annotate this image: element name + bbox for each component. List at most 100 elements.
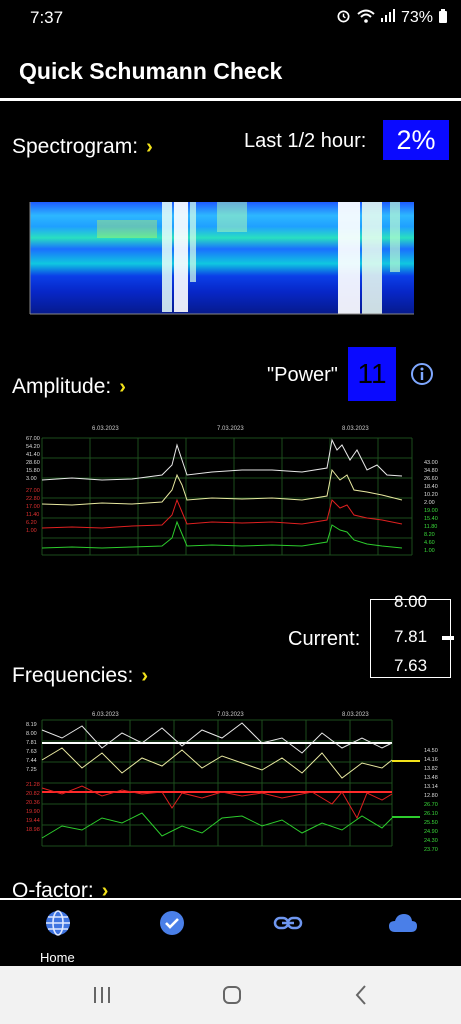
amp-series-red: [41, 498, 403, 529]
cloud-icon: [389, 914, 417, 932]
freq-date-3: 8.03.2023: [342, 712, 369, 718]
amp-right-tick: 34.80: [424, 468, 438, 474]
amp-right-tick: 19.00: [424, 508, 438, 514]
amp-right-tick: 15.40: [424, 516, 438, 522]
status-time: 7:37: [30, 8, 64, 27]
freq-left-tick: 7.44: [26, 758, 37, 764]
freq-left-tick: 20.36: [26, 800, 40, 806]
app-title: Quick Schumann Check: [19, 58, 283, 84]
freq-right-tick: 13.14: [424, 784, 438, 790]
amp-left-tick: 11.40: [26, 512, 39, 518]
current-marker: [442, 636, 454, 640]
signal-icon: [380, 9, 395, 27]
amp-left-tick: 17.00: [26, 504, 40, 510]
amp-left-tick: 41.40: [26, 452, 40, 458]
alarm-icon: [336, 8, 351, 28]
info-icon[interactable]: [410, 362, 434, 391]
system-navigation-bar: [0, 966, 461, 1024]
amp-left-tick: 3.00: [26, 476, 37, 482]
amp-series-white: [41, 438, 403, 481]
amp-left-tick: 6.20: [26, 520, 37, 526]
current-value-lower: 7.63: [393, 656, 428, 675]
amp-left-tick: 1.00: [26, 528, 37, 534]
amp-series-green: [41, 520, 403, 549]
spectrogram-image[interactable]: [12, 190, 449, 325]
spectrogram-link[interactable]: Spectrogram: ›: [12, 135, 153, 159]
freq-left-tick: 21.28: [26, 782, 40, 788]
nav-check[interactable]: [142, 908, 202, 938]
amp-right-tick: 8.20: [424, 532, 435, 538]
home-icon[interactable]: [222, 985, 242, 1010]
freq-left-tick: 18.98: [26, 827, 40, 833]
current-gauge: 8.00 7.81 7.63: [370, 592, 454, 678]
amp-right-tick: 1.00: [424, 548, 435, 554]
nav-cloud[interactable]: [373, 908, 433, 938]
qfactor-link[interactable]: Q-factor: ›: [12, 879, 108, 897]
amp-right-tick: 10.20: [424, 492, 438, 498]
bottom-navigation: Home: [0, 898, 461, 966]
spectrogram-label: Spectrogram:: [12, 135, 139, 158]
last-half-hour-value: 2%: [383, 120, 449, 160]
amp-left-tick: 22.80: [26, 496, 40, 502]
amp-right-tick: 26.60: [424, 476, 438, 482]
freq-left-tick: 19.90: [26, 809, 40, 815]
current-value: 7.81: [393, 627, 428, 646]
freq-right-tick: 13.48: [424, 775, 438, 781]
amp-right-tick: 43.00: [424, 460, 438, 466]
freq-right-tick: 23.70: [424, 847, 438, 853]
recent-apps-icon[interactable]: [92, 986, 112, 1009]
freq-left-tick: 8.00: [26, 731, 37, 737]
check-circle-icon: [160, 911, 184, 935]
status-icons: 73%: [336, 8, 447, 28]
chevron-right-icon: ›: [119, 376, 126, 398]
power-value: 11: [348, 347, 396, 401]
freq-left-tick: 7.81: [26, 740, 37, 746]
freq-right-tick: 26.10: [424, 811, 438, 817]
status-bar: 7:37 73%: [0, 0, 461, 34]
freq-right-tick: 24.30: [424, 838, 438, 844]
battery-percent: 73%: [400, 9, 433, 26]
amp-date-1: 6.03.2023: [92, 426, 119, 432]
amp-right-tick: 11.80: [424, 524, 437, 530]
freq-right-tick: 14.50: [424, 748, 438, 754]
frequencies-chart[interactable]: 6.03.2023 7.03.2023 8.03.2023 8.19 8.00 …: [12, 708, 449, 858]
title-divider: [0, 98, 461, 101]
chevron-right-icon: ›: [101, 880, 109, 897]
last-half-hour-label: Last 1/2 hour:: [244, 130, 367, 152]
amp-left-tick: 15.80: [26, 468, 40, 474]
freq-left-tick: 8.19: [26, 722, 37, 728]
nav-home[interactable]: [28, 908, 88, 938]
link-icon: [273, 916, 303, 930]
amplitude-label: Amplitude:: [12, 375, 112, 398]
power-label: "Power": [267, 364, 338, 386]
freq-series-red: [41, 785, 393, 820]
amp-left-tick: 67.00: [26, 436, 40, 442]
freq-date-2: 7.03.2023: [217, 712, 244, 718]
amp-left-tick: 27.00: [26, 488, 40, 494]
freq-right-tick: 25.50: [424, 820, 438, 826]
globe-icon: [46, 910, 70, 936]
freq-left-tick: 19.44: [26, 818, 40, 824]
amplitude-chart[interactable]: 6.03.2023 7.03.2023 8.03.2023 67.00 54.2…: [12, 420, 449, 572]
nav-home-label: Home: [40, 950, 75, 965]
current-label: Current:: [288, 628, 361, 650]
freq-date-1: 6.03.2023: [92, 712, 119, 718]
freq-left-tick: 7.25: [26, 767, 37, 773]
amp-date-3: 8.03.2023: [342, 426, 369, 432]
amp-right-tick: 4.60: [424, 540, 435, 546]
freq-right-tick: 14.16: [424, 757, 438, 763]
freq-left-tick: 20.82: [26, 791, 40, 797]
amp-right-tick: 18.40: [424, 484, 438, 490]
freq-series-white: [41, 722, 393, 754]
freq-series-yellow: [41, 747, 393, 779]
qfactor-label: Q-factor:: [12, 879, 94, 897]
frequencies-link[interactable]: Frequencies: ›: [12, 664, 148, 688]
back-icon[interactable]: [353, 984, 369, 1011]
freq-left-tick: 7.63: [26, 749, 37, 755]
current-value-upper: 8.00: [393, 592, 428, 611]
nav-links[interactable]: [258, 908, 318, 938]
amplitude-link[interactable]: Amplitude: ›: [12, 375, 126, 399]
battery-icon: [439, 8, 447, 28]
amp-left-tick: 54.20: [26, 444, 40, 450]
freq-right-tick: 26.70: [424, 802, 438, 808]
